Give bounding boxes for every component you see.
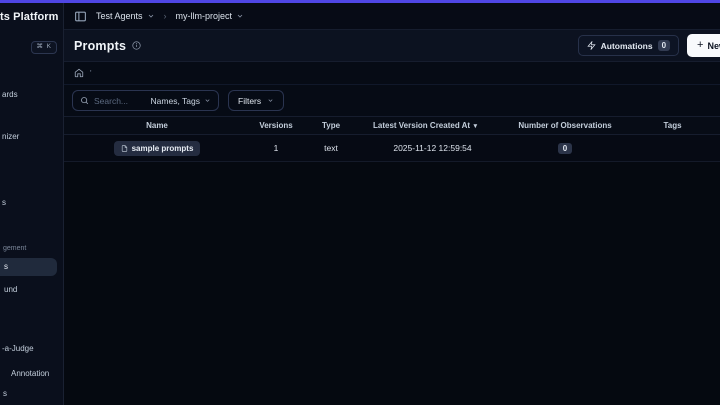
prompt-name-badge[interactable]: sample prompts bbox=[113, 140, 201, 156]
new-prompt-button[interactable]: + New bbox=[687, 34, 720, 57]
zap-icon bbox=[586, 41, 596, 50]
app-logo-text: ts Platform bbox=[0, 11, 59, 23]
accent-top-strip bbox=[0, 0, 720, 3]
column-header-number-of-observations[interactable]: Number of Observations bbox=[505, 121, 625, 130]
search-input[interactable] bbox=[94, 95, 146, 106]
chevron-down-icon bbox=[204, 97, 211, 104]
folder-path-bar: ' bbox=[64, 62, 720, 85]
automations-label: Automations bbox=[600, 40, 653, 51]
chevron-down-icon bbox=[236, 12, 244, 20]
search-scope-label: Names, Tags bbox=[150, 95, 200, 106]
column-header-latest-version-created-at[interactable]: Latest Version Created At ▼ bbox=[360, 121, 505, 130]
page-title: Prompts bbox=[74, 38, 127, 53]
project-name: my-llm-project bbox=[175, 11, 233, 21]
info-icon[interactable] bbox=[132, 41, 141, 50]
column-header-versions[interactable]: Versions bbox=[250, 121, 302, 130]
sidebar-toggle-icon[interactable] bbox=[74, 10, 87, 23]
workspace-name: Test Agents bbox=[96, 11, 143, 21]
plus-icon: + bbox=[697, 39, 704, 51]
sidebar-item-dashboards[interactable]: ards bbox=[2, 91, 18, 99]
breadcrumb-project[interactable]: my-llm-project bbox=[176, 11, 245, 21]
sidebar-item-label: s bbox=[4, 262, 8, 271]
search-scope-dropdown[interactable]: Names, Tags bbox=[151, 96, 211, 106]
filters-label: Filters bbox=[238, 95, 262, 106]
prompt-name-label: sample prompts bbox=[131, 143, 194, 153]
table-empty-area bbox=[64, 162, 720, 405]
chevron-down-icon bbox=[267, 97, 274, 104]
column-header-name[interactable]: Name bbox=[64, 121, 250, 130]
sidebar-item-llm-as-a-judge[interactable]: -a-Judge bbox=[2, 345, 34, 353]
sidebar-item[interactable]: nizer bbox=[2, 133, 19, 141]
page-header: Prompts Automations 0 + Ne bbox=[64, 30, 720, 62]
sidebar-section-label: gement bbox=[3, 245, 27, 252]
column-header-tags[interactable]: Tags bbox=[625, 121, 720, 130]
observations-cell: 0 bbox=[505, 142, 625, 154]
observations-count-badge: 0 bbox=[557, 142, 573, 154]
latest-version-created-at-cell: 2025-11-12 12:59:54 bbox=[393, 143, 472, 153]
table-row[interactable]: sample prompts 1 text 2025-11-12 12:59:5… bbox=[64, 135, 720, 162]
table-toolbar: Names, Tags Filters bbox=[64, 85, 720, 116]
new-button-label: New bbox=[707, 40, 720, 51]
type-cell: text bbox=[324, 143, 338, 153]
sidebar: ts Platform ⌘ K ards nizer s gement s un… bbox=[0, 3, 64, 405]
file-text-icon bbox=[121, 144, 128, 152]
path-separator: ' bbox=[90, 68, 92, 78]
sidebar-item-playground[interactable]: und bbox=[4, 286, 17, 294]
breadcrumb-separator: › bbox=[163, 11, 167, 21]
chevron-down-icon bbox=[147, 12, 155, 20]
breadcrumb-workspace[interactable]: Test Agents bbox=[96, 11, 155, 21]
sidebar-item-prompts-active[interactable]: s bbox=[0, 258, 57, 276]
breadcrumb-bar: Test Agents › my-llm-project bbox=[64, 3, 720, 30]
home-icon[interactable] bbox=[74, 68, 84, 78]
automations-button[interactable]: Automations 0 bbox=[577, 35, 680, 56]
app-window: ts Platform ⌘ K ards nizer s gement s un… bbox=[0, 0, 720, 405]
main-area: Test Agents › my-llm-project Prompts Aut… bbox=[64, 3, 720, 405]
automations-count-badge: 0 bbox=[657, 39, 671, 52]
table-header-row: Name Versions Type Latest Version Create… bbox=[64, 116, 720, 135]
search-box[interactable]: Names, Tags bbox=[72, 90, 219, 111]
sidebar-item-annotation[interactable]: Annotation bbox=[11, 370, 49, 378]
column-header-type[interactable]: Type bbox=[302, 121, 360, 130]
sort-desc-icon: ▼ bbox=[472, 123, 479, 130]
search-icon bbox=[80, 96, 89, 105]
filters-button[interactable]: Filters bbox=[228, 90, 285, 111]
sidebar-item[interactable]: s bbox=[3, 390, 7, 398]
versions-cell: 1 bbox=[273, 143, 279, 153]
sidebar-item[interactable]: s bbox=[2, 199, 6, 207]
command-k-shortcut-badge[interactable]: ⌘ K bbox=[31, 41, 57, 54]
prompt-name-cell[interactable]: sample prompts bbox=[64, 140, 250, 156]
